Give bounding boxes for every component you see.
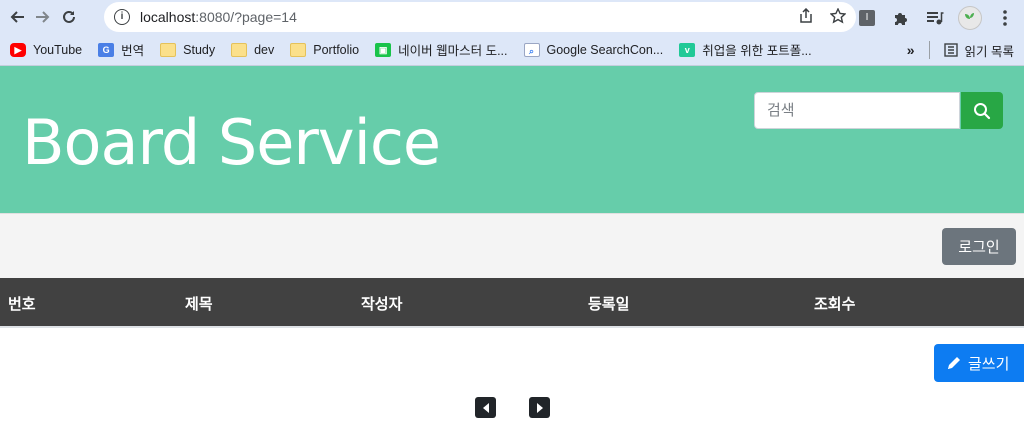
extensions-button[interactable] [890, 7, 912, 29]
page-title: Board Service [22, 106, 441, 179]
more-bookmarks-button[interactable]: » [907, 42, 915, 58]
bookmark-label: YouTube [33, 42, 83, 57]
column-header-author: 작성자 [361, 295, 403, 313]
bookmark-label: 네이버 웹마스터 도... [398, 44, 508, 58]
bookmark-label: dev [254, 42, 275, 57]
bookmarks-bar: ▶ YouTube G 번역 Study dev Portfolio ▣ 네이버 웹마… [0, 34, 1024, 66]
youtube-icon: ▶ [10, 42, 26, 57]
bookmark-portfolio-job[interactable]: v 취업을 위한 포트폴... [679, 40, 812, 59]
extension-i-button[interactable]: I [856, 7, 878, 29]
url-text[interactable]: localhost:8080/?page=14 [140, 9, 297, 25]
bookmark-dev[interactable]: dev [231, 42, 275, 57]
auth-bar: 로그인 [0, 213, 1024, 278]
google-search-console-icon: ⌕ [523, 42, 540, 57]
bookmark-youtube[interactable]: ▶ YouTube [10, 42, 83, 57]
url-path: :8080/?page=14 [195, 9, 297, 25]
reading-list-label: 읽기 목록 [964, 44, 1014, 59]
bookmark-label: 취업을 위한 포트폴... [702, 44, 812, 58]
folder-icon [231, 42, 248, 57]
extension-i-icon: I [859, 10, 875, 26]
bookmark-separator [928, 41, 930, 59]
browser-menu-button[interactable] [994, 7, 1016, 29]
reading-list-icon [943, 43, 958, 57]
login-button[interactable]: 로그인 [942, 228, 1016, 265]
column-header-number: 번호 [8, 295, 36, 313]
bookmark-google-search-console[interactable]: ⌕ Google SearchCon... [523, 42, 664, 57]
playlist-icon [927, 12, 944, 25]
search-button[interactable] [961, 92, 1003, 129]
share-icon[interactable] [798, 8, 814, 24]
bookmark-label: 번역 [121, 44, 145, 58]
folder-icon [160, 42, 177, 57]
bookmark-label: Google SearchCon... [546, 42, 664, 57]
site-info-icon[interactable]: i [114, 9, 130, 25]
search-icon [974, 102, 991, 119]
write-post-label: 글쓰기 [968, 354, 1010, 373]
previous-page-button[interactable] [475, 397, 496, 418]
next-page-button[interactable] [529, 397, 550, 418]
kebab-menu-icon [1003, 10, 1007, 26]
pencil-icon [948, 357, 960, 369]
naver-icon: ▣ [375, 42, 392, 57]
folder-icon [290, 42, 307, 57]
bookmark-portfolio[interactable]: Portfolio [290, 42, 360, 57]
search-input[interactable] [754, 92, 960, 129]
bookmark-naver-webmaster[interactable]: ▣ 네이버 웹마스터 도... [375, 40, 508, 59]
media-control-button[interactable] [924, 7, 946, 29]
back-arrow-icon [10, 11, 24, 23]
bookmark-star-icon[interactable] [830, 8, 846, 24]
profile-avatar[interactable] [958, 6, 982, 30]
caret-left-icon [482, 402, 489, 413]
browser-toolbar: i localhost:8080/?page=14 I [0, 0, 1024, 34]
board-table-header: 번호 제목 작성자 등록일 조회수 [0, 278, 1024, 326]
forward-button[interactable] [30, 4, 56, 30]
plant-avatar-icon [965, 13, 974, 24]
table-divider [0, 326, 1024, 328]
column-header-views: 조회수 [814, 295, 856, 313]
pagination [475, 397, 550, 418]
forward-arrow-icon [36, 11, 50, 23]
reload-icon [63, 10, 75, 23]
url-host: localhost [140, 9, 196, 25]
puzzle-icon [895, 13, 907, 25]
caret-right-icon [536, 402, 543, 413]
back-button[interactable] [4, 4, 30, 30]
reading-list-button[interactable]: 읽기 목록 [943, 41, 1014, 60]
vimeo-icon: v [679, 42, 696, 57]
bookmark-label: Study [183, 42, 216, 57]
page-header: Board Service [0, 66, 1024, 213]
bookmark-label: Portfolio [313, 42, 360, 57]
column-header-date: 등록일 [588, 295, 630, 313]
bookmark-translate[interactable]: G 번역 [98, 40, 144, 59]
translate-icon: G [98, 42, 115, 57]
bookmark-study[interactable]: Study [160, 42, 216, 57]
address-bar[interactable]: i localhost:8080/?page=14 [104, 2, 856, 32]
reload-button[interactable] [56, 4, 82, 30]
write-post-button[interactable]: 글쓰기 [934, 344, 1024, 382]
column-header-title: 제목 [185, 295, 213, 313]
